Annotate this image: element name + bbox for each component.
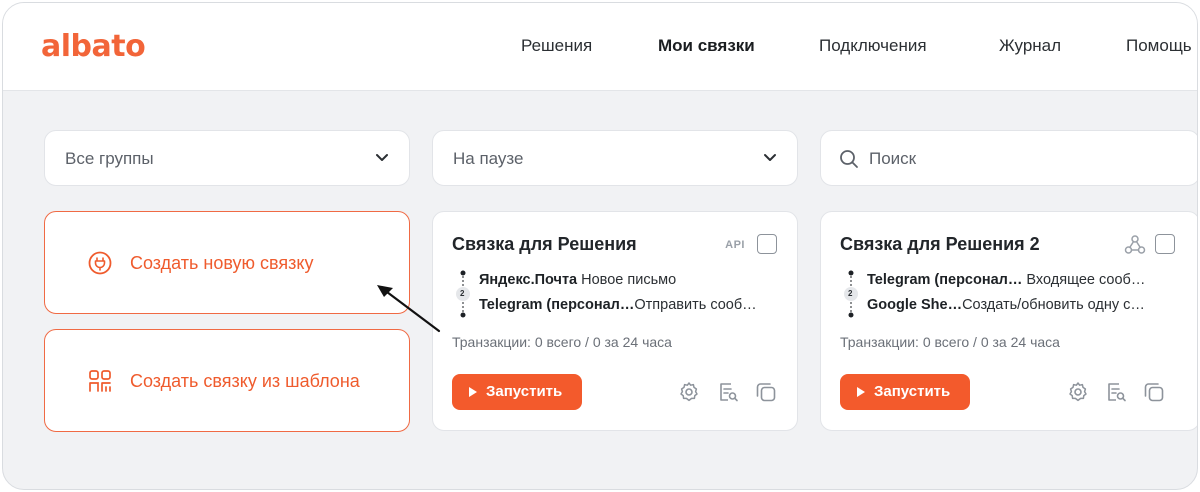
trigger-step: Яндекс.Почта Новое письмо: [479, 272, 676, 288]
trigger-step: Telegram (персонал… Входящее сооб…: [867, 272, 1145, 288]
nav-item-connections[interactable]: Подключения: [819, 36, 927, 56]
bundle-card[interactable]: Связка для Решения 2 2 Telegram (персона…: [820, 211, 1197, 431]
action-app: Google She…: [867, 297, 963, 313]
top-navigation-bar: albato Решения Мои связки Подключения Жу…: [3, 3, 1197, 91]
app-window: albato Решения Мои связки Подключения Жу…: [2, 2, 1198, 490]
bundle-select-checkbox[interactable]: [1155, 234, 1175, 254]
create-from-template-button[interactable]: Создать связку из шаблона: [44, 329, 410, 432]
copy-icon[interactable]: [754, 380, 778, 404]
bundle-card[interactable]: Связка для Решения API 2 Яндекс.Почта Но…: [432, 211, 798, 431]
group-select-value: Все группы: [65, 149, 154, 168]
run-button[interactable]: Запустить: [840, 374, 970, 410]
settings-gear-icon[interactable]: [1066, 380, 1090, 404]
nav-item-my-bundles[interactable]: Мои связки: [658, 36, 755, 56]
search-icon: [840, 150, 858, 168]
bundle-title[interactable]: Связка для Решения: [452, 234, 637, 255]
settings-gear-icon[interactable]: [677, 380, 701, 404]
create-new-bundle-label: Создать новую связку: [130, 253, 314, 273]
search-input[interactable]: Поиск: [820, 130, 1197, 186]
transactions-text: Транзакции: 0 всего / 0 за 24 часа: [840, 334, 1060, 350]
create-from-template-label: Создать связку из шаблона: [130, 371, 360, 391]
logs-search-icon[interactable]: [1104, 380, 1128, 404]
action-step: Google She…Создать/обновить одну с…: [867, 297, 1145, 313]
search-placeholder: Поиск: [869, 149, 917, 168]
pointer-arrow: [377, 285, 441, 333]
bundle-select-checkbox[interactable]: [757, 234, 777, 254]
group-select[interactable]: Все группы: [44, 130, 410, 186]
template-icon: [89, 370, 111, 392]
run-label: Запустить: [486, 383, 563, 400]
run-label: Запустить: [874, 383, 951, 400]
step-number: 2: [460, 289, 465, 298]
action-app: Telegram (персонал…: [479, 297, 635, 313]
nav-item-journal[interactable]: Журнал: [999, 36, 1061, 56]
chevron-down-icon: [376, 154, 388, 161]
trigger-action: Новое письмо: [581, 272, 677, 288]
api-badge: API: [725, 239, 745, 251]
plug-icon: [88, 251, 112, 275]
play-icon: [857, 387, 865, 397]
transactions-text: Транзакции: 0 всего / 0 за 24 часа: [452, 334, 672, 350]
create-new-bundle-button[interactable]: Создать новую связку: [44, 211, 410, 314]
trigger-app: Яндекс.Почта: [479, 272, 578, 288]
nav-item-help[interactable]: Помощь: [1126, 36, 1192, 56]
nav-item-solutions[interactable]: Решения: [521, 36, 592, 56]
action-step: Telegram (персонал…Отправить сооб…: [479, 297, 757, 313]
logs-search-icon[interactable]: [716, 380, 740, 404]
main-nav: Решения Мои связки Подключения Журнал По…: [3, 36, 1197, 60]
action-action: Отправить сооб…: [634, 297, 757, 313]
status-select-value: На паузе: [453, 149, 524, 168]
run-button[interactable]: Запустить: [452, 374, 582, 410]
step-number: 2: [848, 289, 853, 298]
webhook-icon: [1124, 235, 1146, 254]
action-action: Создать/обновить одну с…: [962, 297, 1145, 313]
copy-icon[interactable]: [1142, 380, 1166, 404]
chevron-down-icon: [764, 154, 776, 161]
play-icon: [469, 387, 477, 397]
trigger-app: Telegram (персонал…: [867, 272, 1023, 288]
trigger-action: Входящее сооб…: [1026, 272, 1146, 288]
status-select[interactable]: На паузе: [432, 130, 798, 186]
bundle-title[interactable]: Связка для Решения 2: [840, 234, 1040, 255]
